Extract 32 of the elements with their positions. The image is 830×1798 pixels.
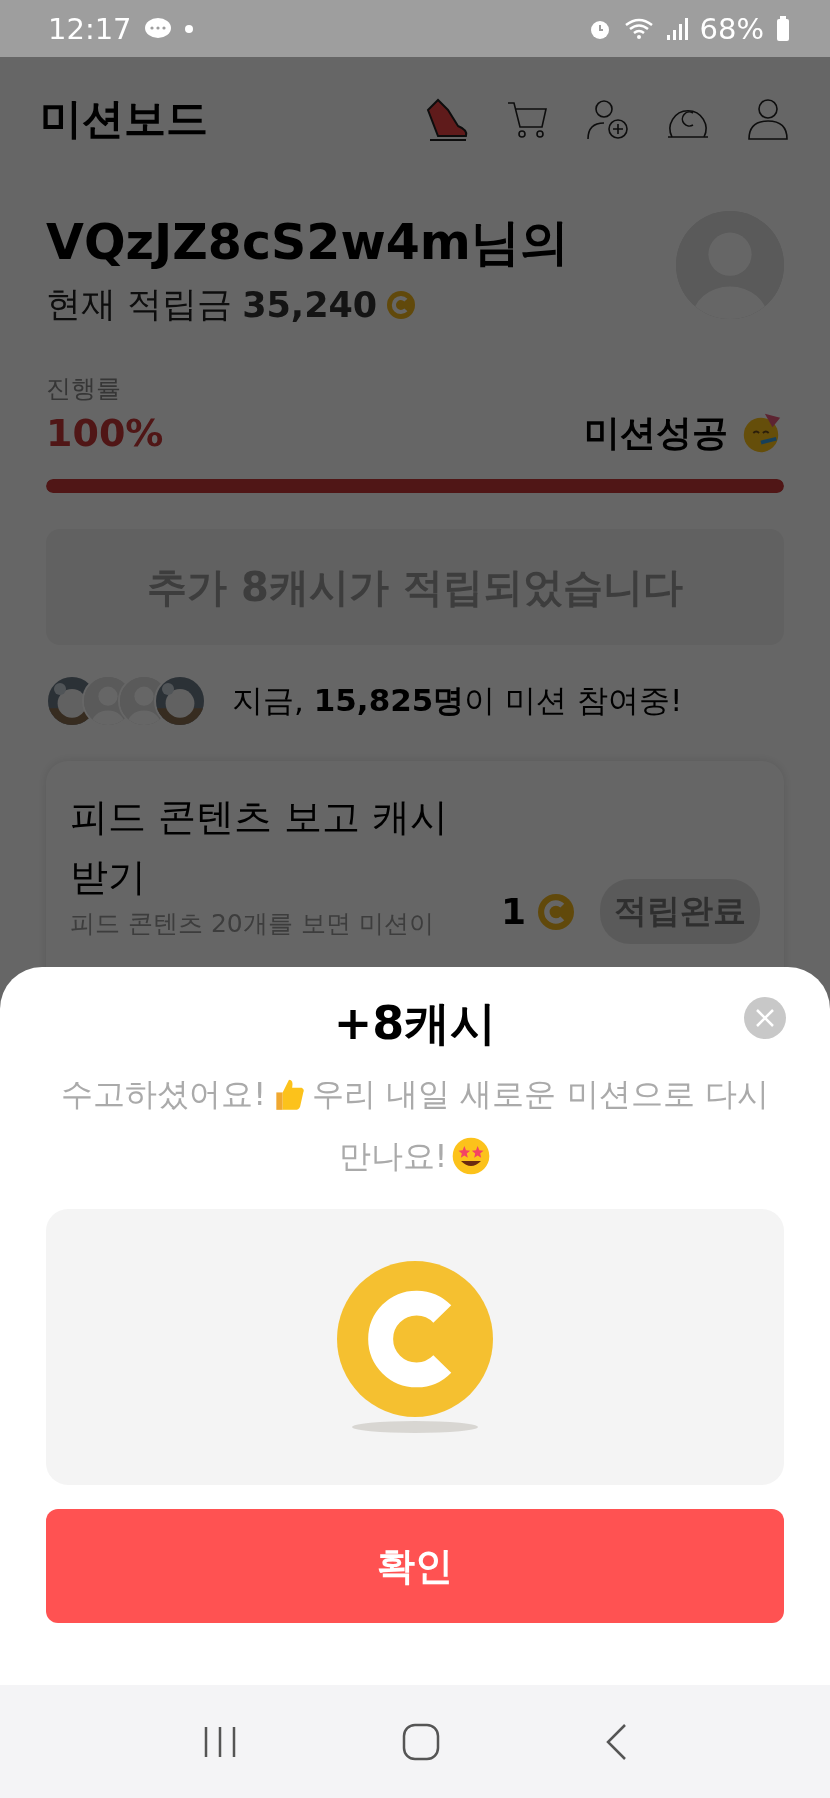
sheet-message: 우리 내일 새로운 미션으로 다시 [312,1074,769,1115]
coin-icon [337,1261,493,1417]
chat-bubble-icon [143,16,172,41]
page-title: 미션보드 [40,93,209,145]
dot-icon [183,23,194,34]
sheet-title: +8캐시 [333,995,497,1052]
home-icon[interactable] [402,1722,440,1761]
reward-amount: 1 [500,891,526,932]
battery-icon [776,15,790,42]
back-icon[interactable] [605,1722,628,1761]
coin-icon [387,290,416,319]
username: VQzJZ8cS2w4m님의 [46,213,569,273]
sheet-message: 수고하셨어요! [61,1074,267,1115]
points-value: 35,240 [242,284,378,325]
participants-text: 지금, 15,825명이 미션 참여중! [232,681,683,720]
confirm-button[interactable]: 확인 [46,1509,784,1623]
progress-value: 100% [46,410,164,457]
close-icon [755,1008,775,1028]
add-user-icon[interactable] [586,97,630,141]
user-icon[interactable] [746,97,790,141]
coin-icon [538,893,574,930]
battery-percent: 68% [699,11,764,46]
wifi-icon [623,16,654,41]
signal-icon [665,16,688,41]
mission-status: 미션성공 [584,410,728,455]
clock-time: 12:17 [48,11,132,46]
sneaker-icon[interactable] [424,96,470,142]
sheet-message: 만나요! [338,1136,448,1177]
mission-title: 피드 콘텐츠 보고 캐시 받기 [70,794,450,901]
recent-apps-icon[interactable] [202,1725,237,1758]
star-eyes-face-icon [451,1136,492,1176]
points-label: 현재 적립금 [46,283,233,326]
